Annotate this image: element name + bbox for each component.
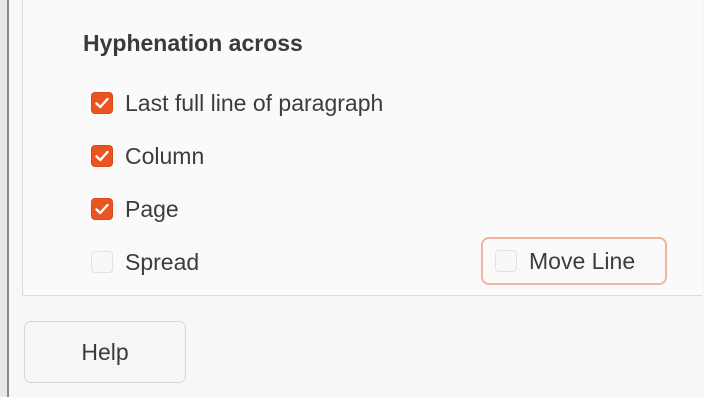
checkbox-label: Column bbox=[125, 142, 205, 169]
checkbox-column[interactable]: Column bbox=[91, 141, 204, 171]
help-button[interactable]: Help bbox=[24, 321, 186, 383]
checkbox-checked-icon[interactable] bbox=[91, 145, 113, 167]
checkbox-move-line[interactable]: Move Line bbox=[481, 237, 667, 285]
checkbox-spread[interactable]: Spread bbox=[91, 247, 199, 277]
checkbox-checked-icon[interactable] bbox=[91, 198, 113, 220]
checkbox-unchecked-icon[interactable] bbox=[91, 251, 113, 273]
window-left-edge bbox=[0, 0, 9, 397]
dialog-root: Hyphenation across Last full line of par… bbox=[0, 0, 704, 397]
checkbox-label: Page bbox=[125, 195, 179, 222]
checkbox-label: Move Line bbox=[529, 247, 636, 274]
checkbox-page[interactable]: Page bbox=[91, 194, 179, 224]
checkbox-label: Spread bbox=[125, 248, 200, 275]
checkbox-checked-icon[interactable] bbox=[91, 92, 113, 114]
checkbox-label: Last full line of paragraph bbox=[125, 89, 384, 116]
checkbox-unchecked-icon[interactable] bbox=[495, 250, 517, 272]
hyphenation-panel: Hyphenation across Last full line of par… bbox=[22, 0, 702, 296]
checkbox-last-full-line[interactable]: Last full line of paragraph bbox=[91, 88, 383, 118]
section-title: Hyphenation across bbox=[83, 30, 303, 56]
